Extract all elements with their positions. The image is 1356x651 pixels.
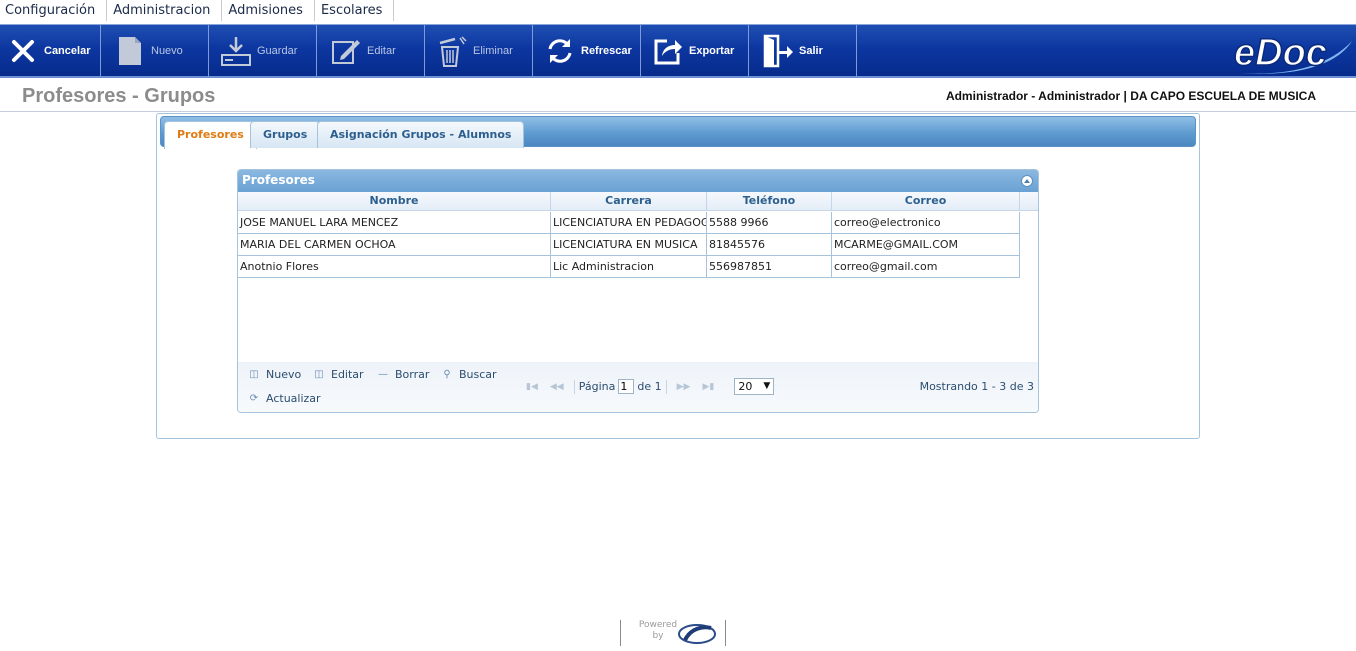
record-range: Mostrando 1 - 3 de 3 — [919, 380, 1034, 393]
rows-per-page-select[interactable]: 20 ▼ — [734, 378, 775, 395]
cell-carrera: LICENCIATURA EN MUSICA — [551, 234, 707, 256]
column-header-nombre[interactable]: Nombre — [238, 192, 551, 211]
table-row[interactable]: Anotnio Flores Lic Administracion 556987… — [238, 256, 1020, 278]
cell-correo: correo@gmail.com — [832, 256, 1020, 278]
last-page-icon[interactable]: ▶▮ — [702, 382, 714, 392]
pager-separator — [573, 379, 575, 394]
minus-icon: — — [378, 368, 388, 380]
cell-nombre: MARIA DEL CARMEN OCHOA — [238, 234, 551, 256]
pager-edit-label: Editar — [331, 368, 364, 381]
export-button[interactable]: Exportar — [641, 25, 749, 77]
page-number-input[interactable] — [618, 379, 635, 394]
pager-separator — [665, 379, 667, 394]
new-label: Nuevo — [151, 45, 183, 57]
pager-navigation: ▮◀ ◀◀ Página de 1 ▶▶ ▶▮ 20 ▼ — [520, 378, 775, 395]
pager-search-button[interactable]: ⚲ Buscar — [441, 368, 497, 381]
pager-edit-button[interactable]: ◫ Editar — [313, 368, 364, 381]
edit-document-icon: ◫ — [314, 368, 324, 380]
exit-label: Salir — [799, 45, 823, 57]
edoc-logo: eDoc — [1232, 27, 1354, 77]
page-total-label: de 1 — [637, 380, 662, 393]
table-row[interactable]: MARIA DEL CARMEN OCHOA LICENCIATURA EN M… — [238, 234, 1020, 256]
logo-text: eDoc — [1234, 32, 1327, 74]
grid-header: Nombre Carrera Teléfono Correo — [238, 192, 1038, 211]
collapse-icon[interactable] — [1021, 175, 1033, 187]
profesores-grid: Profesores Nombre Carrera Teléfono Corre… — [237, 169, 1039, 413]
table-row[interactable]: JOSE MANUEL LARA MENCEZ LICENCIATURA EN … — [238, 212, 1020, 234]
download-tray-icon — [219, 34, 253, 68]
user-info: Administrador - Administrador | DA CAPO … — [945, 89, 1316, 103]
export-icon — [651, 34, 685, 68]
cell-nombre: JOSE MANUEL LARA MENCEZ — [238, 212, 551, 234]
pager-refresh-label: Actualizar — [266, 392, 321, 405]
pager-new-button[interactable]: ◫ Nuevo — [248, 368, 301, 381]
powered-by-badge: Powered by — [620, 620, 726, 646]
save-button[interactable]: Guardar — [209, 25, 317, 77]
document-icon: ◫ — [249, 368, 259, 380]
cancel-label: Cancelar — [44, 45, 91, 57]
refresh-button[interactable]: Refrescar — [533, 25, 641, 77]
pager-new-label: Nuevo — [266, 368, 302, 381]
trash-icon — [435, 34, 469, 68]
toolbar: Cancelar Nuevo Guardar Editar Eliminar R… — [0, 24, 1356, 78]
cell-correo: correo@electronico — [832, 212, 1020, 234]
menu-administracion[interactable]: Administracion — [107, 0, 223, 21]
prev-page-icon[interactable]: ◀◀ — [550, 382, 564, 392]
edit-button[interactable]: Editar — [317, 25, 425, 77]
edit-label: Editar — [367, 45, 396, 57]
pager-search-label: Buscar — [459, 368, 497, 381]
tab-profesores[interactable]: Profesores — [164, 121, 257, 149]
cell-correo: MCARME@GMAIL.COM — [832, 234, 1020, 256]
rows-per-page-value: 20 — [738, 380, 753, 393]
refresh-icon: ⟳ — [249, 392, 259, 404]
main-menu: Configuración Administracion Admisiones … — [0, 0, 1356, 22]
cell-carrera: Lic Administracion — [551, 256, 707, 278]
column-header-correo[interactable]: Correo — [832, 192, 1020, 211]
cell-telefono: 81845576 — [707, 234, 832, 256]
menu-admisiones[interactable]: Admisiones — [222, 0, 315, 21]
powered-by-text: Powered by — [638, 620, 678, 641]
cell-telefono: 556987851 — [707, 256, 832, 278]
save-label: Guardar — [257, 45, 298, 57]
next-page-icon[interactable]: ▶▶ — [677, 382, 691, 392]
grid-pager: ◫ Nuevo ◫ Editar — Borrar ⚲ Buscar ⟳ Act… — [238, 362, 1038, 412]
tab-grupos[interactable]: Grupos — [250, 121, 321, 148]
chevron-down-icon: ▼ — [763, 381, 771, 391]
pager-refresh-button[interactable]: ⟳ Actualizar — [248, 392, 321, 405]
menu-configuracion[interactable]: Configuración — [0, 0, 108, 21]
delete-button[interactable]: Eliminar — [425, 25, 533, 77]
tab-asignacion-grupos-alumnos[interactable]: Asignación Grupos - Alumnos — [317, 121, 525, 148]
new-document-icon — [113, 34, 147, 68]
cell-nombre: Anotnio Flores — [238, 256, 551, 278]
pager-delete-label: Borrar — [395, 368, 430, 381]
first-page-icon[interactable]: ▮◀ — [526, 382, 538, 392]
refresh-label: Refrescar — [581, 45, 632, 57]
vendor-logo-icon — [678, 624, 716, 644]
cell-telefono: 5588 9966 — [707, 212, 832, 234]
search-icon: ⚲ — [443, 368, 451, 380]
menu-escolares[interactable]: Escolares — [315, 0, 395, 21]
cancel-button[interactable]: Cancelar — [0, 25, 101, 77]
grid-body: JOSE MANUEL LARA MENCEZ LICENCIATURA EN … — [238, 212, 1038, 362]
export-label: Exportar — [689, 45, 735, 57]
exit-door-icon — [761, 34, 795, 68]
tab-strip: Profesores Grupos Asignación Grupos - Al… — [160, 116, 1196, 149]
edit-icon — [329, 34, 363, 68]
exit-button[interactable]: Salir — [749, 25, 857, 77]
cell-carrera: LICENCIATURA EN PEDAGOGIA — [551, 212, 707, 234]
new-button[interactable]: Nuevo — [101, 25, 209, 77]
refresh-icon — [543, 34, 577, 68]
column-header-telefono[interactable]: Teléfono — [707, 192, 832, 211]
column-header-carrera[interactable]: Carrera — [551, 192, 707, 211]
delete-label: Eliminar — [473, 45, 513, 57]
page-title: Profesores - Grupos — [22, 85, 216, 107]
pager-delete-button[interactable]: — Borrar — [377, 368, 429, 381]
page-label: Página — [578, 380, 616, 393]
close-icon — [6, 34, 40, 68]
header-divider — [0, 111, 1356, 112]
grid-caption-title: Profesores — [242, 173, 315, 187]
grid-caption: Profesores — [238, 170, 1038, 192]
